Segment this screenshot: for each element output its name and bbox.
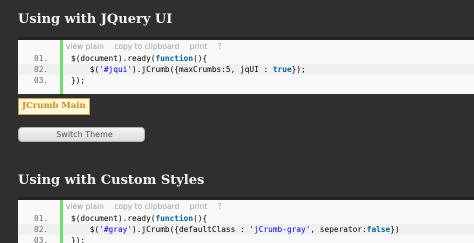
code-token: });: [291, 65, 306, 74]
code-line: 01. $(document).ready(function(){: [18, 53, 474, 64]
code-token: 'jCrumb-gray': [249, 225, 311, 234]
code-token: });: [71, 236, 86, 243]
code-text: $(document).ready(function(){: [60, 53, 474, 64]
code-text: $('#jqui').jCrumb({maxCrumbs:5, jqUI : t…: [60, 64, 474, 75]
print-link[interactable]: print: [190, 202, 208, 211]
code-token: });: [71, 76, 86, 85]
jcrumb-main-button[interactable]: JCrumb Main: [18, 98, 90, 115]
code-token: (){: [193, 214, 208, 223]
section-title-jquery-ui: Using with JQuery UI: [18, 12, 173, 27]
view-plain-link[interactable]: view plain: [66, 42, 104, 51]
code-line: 03.});: [18, 235, 474, 243]
code-token: true: [272, 65, 292, 74]
code-token: $(: [71, 225, 100, 234]
code-token: false: [366, 225, 391, 234]
code-token: ).jCrumb({defaultClass :: [132, 225, 250, 234]
code-block-jquery-ui: view plain copy to clipboard print ? 01.…: [18, 37, 474, 94]
view-plain-link[interactable]: view plain: [66, 202, 104, 211]
code-line: 02. $('#jqui').jCrumb({maxCrumbs:5, jqUI…: [18, 64, 474, 75]
code-token: function: [155, 54, 194, 63]
code-text: });: [60, 75, 474, 86]
help-link[interactable]: ?: [218, 202, 222, 211]
code-token: $(document).ready(: [71, 214, 156, 223]
code-token: '#jqui': [99, 65, 133, 74]
section-title-custom-styles: Using with Custom Styles: [18, 173, 205, 188]
line-number: 01.: [34, 54, 49, 63]
code-toolbar: view plain copy to clipboard print ?: [60, 200, 474, 213]
print-link[interactable]: print: [190, 42, 208, 51]
line-number: 03.: [34, 76, 49, 85]
code-text: $(document).ready(function(){: [60, 213, 474, 224]
code-text: });: [60, 235, 474, 243]
line-number: 02.: [34, 225, 49, 234]
copy-to-clipboard-link[interactable]: copy to clipboard: [114, 202, 179, 211]
code-lines: 01. $(document).ready(function(){02. $('#…: [18, 53, 474, 86]
code-token: , seperator:: [310, 225, 367, 234]
code-token: $(document).ready(: [71, 54, 156, 63]
code-line: 01. $(document).ready(function(){: [18, 213, 474, 224]
line-number: 03.: [34, 236, 49, 243]
code-token: (){: [193, 54, 208, 63]
copy-to-clipboard-link[interactable]: copy to clipboard: [114, 42, 179, 51]
help-link[interactable]: ?: [218, 42, 222, 51]
code-token: }): [390, 225, 400, 234]
line-number: 01.: [34, 214, 49, 223]
code-token: $(: [71, 65, 100, 74]
switch-theme-button[interactable]: Switch Theme: [18, 127, 145, 142]
code-token: function: [155, 214, 194, 223]
code-line: 02. $('#gray').jCrumb({defaultClass : 'j…: [18, 224, 474, 235]
line-number: 02.: [34, 65, 49, 74]
code-token: ).jCrumb({maxCrumbs:5, jqUI :: [132, 65, 273, 74]
code-block-custom-styles: view plain copy to clipboard print ? 01.…: [18, 197, 474, 243]
code-lines: 01. $(document).ready(function(){02. $('#…: [18, 213, 474, 243]
code-line: 03.});: [18, 75, 474, 86]
code-toolbar: view plain copy to clipboard print ?: [60, 40, 474, 53]
code-token: '#gray': [99, 225, 133, 234]
code-text: $('#gray').jCrumb({defaultClass : 'jCrum…: [60, 224, 474, 235]
